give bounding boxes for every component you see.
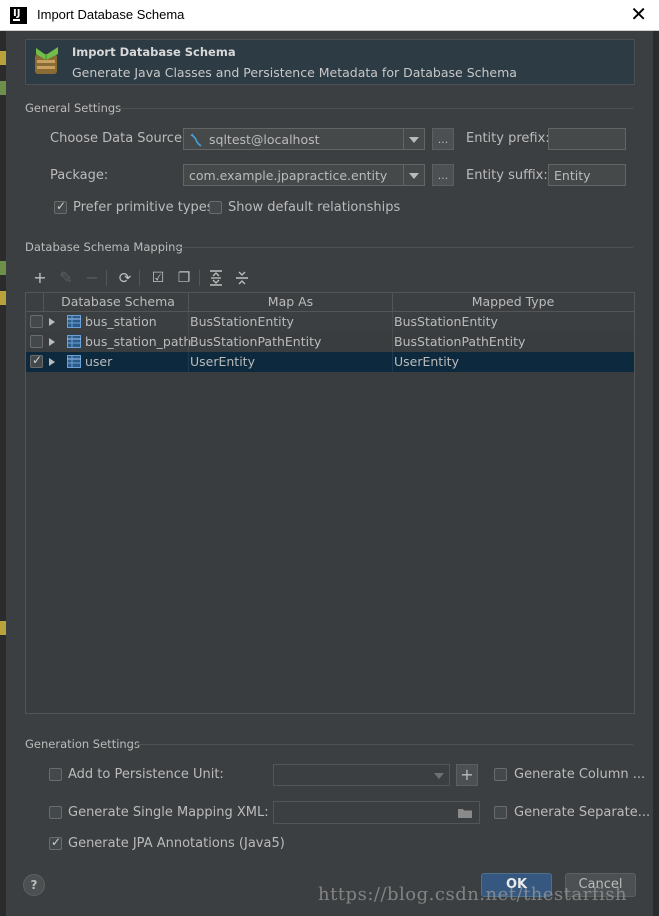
help-button[interactable]: ? [23,874,45,896]
mapped-type-value[interactable]: BusStationPathEntity [394,334,525,349]
data-source-browse-button[interactable]: ... [432,128,454,150]
edit-icon[interactable]: ✎ [55,267,77,289]
add-icon[interactable]: + [29,267,51,289]
table-icon [67,335,81,348]
window-title: Import Database Schema [37,7,185,22]
column-separator [392,352,393,372]
refresh-icon[interactable]: ⟳ [114,267,136,289]
single-mapping-xml-checkbox[interactable] [49,806,62,819]
mysql-dolphin-icon [190,133,202,147]
map-as-value[interactable]: UserEntity [190,354,255,369]
row-checkbox[interactable] [30,335,43,348]
prefer-primitive-label: Prefer primitive types [73,200,214,215]
add-persistence-label: Add to Persistence Unit: [68,767,224,782]
data-source-combo[interactable]: sqltest@localhost [183,128,425,150]
expand-arrow-icon[interactable] [49,318,55,326]
entity-suffix-label: Entity suffix: [466,168,548,183]
schema-mapping-table[interactable]: Database Schema Map As Mapped Type bus_s… [25,292,635,714]
column-separator [392,332,393,352]
schema-name: bus_station_path [85,334,192,349]
window-title-bar[interactable]: IJ Import Database Schema ✕ [0,0,659,31]
table-row[interactable]: bus_station BusStationEntity BusStationE… [26,312,634,332]
database-schema-icon [35,47,58,74]
column-separator [43,293,44,311]
generate-column-checkbox[interactable] [494,768,507,781]
show-default-relationships-checkbox[interactable] [209,201,222,214]
prefer-primitive-checkbox[interactable] [54,199,67,214]
section-divider [118,108,633,109]
background-editor-strip [0,31,6,916]
generate-separate-checkbox[interactable] [494,806,507,819]
section-divider [175,247,633,248]
generate-column-label: Generate Column ... [514,767,646,782]
entity-prefix-label: Entity prefix: [466,131,550,146]
close-icon[interactable]: ✕ [630,3,647,25]
column-separator [392,312,393,332]
schema-name: bus_station [85,314,157,329]
chevron-down-icon[interactable] [403,129,424,149]
toolbar-separator [139,270,140,286]
collapse-all-icon[interactable] [234,270,250,286]
mapped-type-value[interactable]: BusStationEntity [394,314,498,329]
mapped-type-value[interactable]: UserEntity [394,354,459,369]
chevron-down-icon[interactable] [403,165,424,185]
column-separator [188,312,189,332]
persistence-unit-combo[interactable] [273,764,450,786]
column-separator [188,332,189,352]
map-as-value[interactable]: BusStationPathEntity [190,334,321,349]
expand-arrow-icon[interactable] [49,358,55,366]
column-header-mapped-type[interactable]: Mapped Type [393,294,633,309]
general-settings-title: General Settings [25,101,122,115]
row-checkbox[interactable] [30,353,43,368]
row-checkbox[interactable] [30,315,43,328]
background-editor-strip-right [653,31,659,916]
jpa-annotations-checkbox[interactable] [49,835,62,850]
add-persistence-unit-button[interactable]: + [456,764,478,786]
toolbar-separator [199,270,200,286]
generation-settings-title: Generation Settings [25,737,140,751]
banner-title: Import Database Schema [72,45,236,59]
expand-arrow-icon[interactable] [49,338,55,346]
package-browse-button[interactable]: ... [432,164,454,186]
intellij-app-icon: IJ [10,7,27,24]
schema-name: user [85,354,113,369]
jpa-annotations-label: Generate JPA Annotations (Java5) [68,836,285,851]
table-row[interactable]: bus_station_path BusStationPathEntity Bu… [26,332,634,352]
add-persistence-checkbox[interactable] [49,768,62,781]
remove-icon[interactable]: − [81,267,103,289]
folder-icon[interactable] [457,807,473,819]
table-icon [67,315,81,328]
watermark-text: https://blog.csdn.net/thestarfish [318,884,628,905]
table-icon [67,355,81,368]
show-default-relationships-label: Show default relationships [228,200,401,215]
map-as-value[interactable]: BusStationEntity [190,314,294,329]
banner-subtitle: Generate Java Classes and Persistence Me… [72,65,517,80]
data-source-value: sqltest@localhost [209,132,320,147]
single-mapping-xml-label: Generate Single Mapping XML: [68,805,269,820]
generate-separate-label: Generate Separate... [514,805,651,820]
table-header: Database Schema Map As Mapped Type [26,293,634,312]
package-label: Package: [50,168,109,183]
column-separator [188,352,189,372]
column-header-schema[interactable]: Database Schema [48,294,188,309]
toolbar-separator [106,270,107,286]
check-all-icon[interactable]: ☑ [147,267,169,289]
header-banner: Import Database Schema Generate Java Cla… [25,39,635,85]
schema-mapping-title: Database Schema Mapping [25,240,183,254]
chevron-down-icon[interactable] [429,765,449,785]
table-row-selected[interactable]: user UserEntity UserEntity [26,352,634,372]
package-value: com.example.jpapractice.entity [189,168,388,183]
package-combo[interactable]: com.example.jpapractice.entity [183,164,425,186]
mapping-xml-path-field[interactable] [273,801,480,824]
entity-suffix-value: Entity [554,168,591,183]
section-divider [136,744,633,745]
entity-suffix-field[interactable]: Entity [548,164,626,186]
column-header-map-as[interactable]: Map As [189,294,392,309]
entity-prefix-field[interactable] [548,128,626,150]
copy-icon[interactable]: ❐ [173,267,195,289]
data-source-label: Choose Data Source: [50,131,187,146]
expand-all-icon[interactable] [208,270,224,286]
